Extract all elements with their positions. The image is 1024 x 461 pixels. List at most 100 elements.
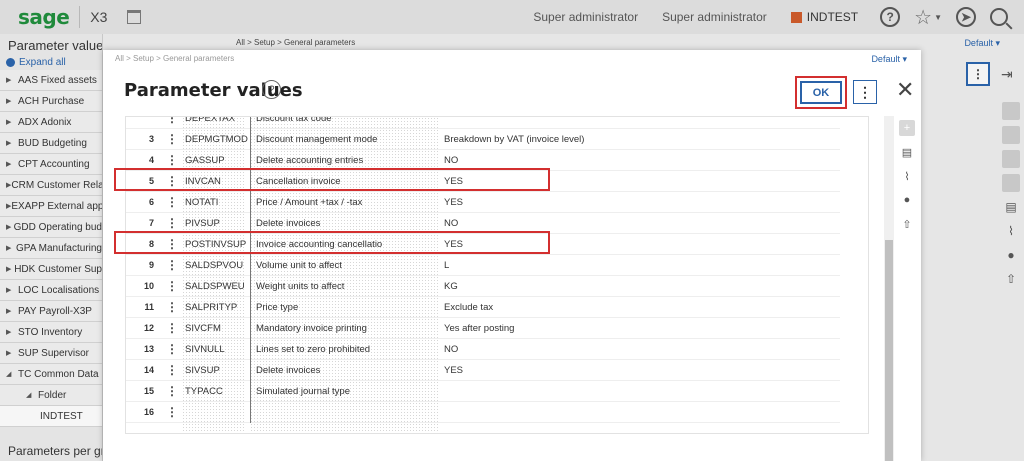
help-icon[interactable]: ? bbox=[880, 7, 901, 27]
chevron-right-icon[interactable]: ▶ bbox=[6, 328, 18, 336]
breadcrumb-item[interactable]: Setup bbox=[133, 54, 154, 63]
row-menu-icon[interactable]: ⋮ bbox=[166, 279, 178, 293]
table-row[interactable]: 9 ⋮ SALDSPVOU Volume unit to affect L bbox=[126, 255, 840, 276]
parameter-value[interactable]: KG bbox=[444, 281, 458, 292]
tree-item[interactable]: ▶ GPA Manufacturing bbox=[0, 238, 102, 259]
table-row[interactable]: 15 ⋮ TYPACC Simulated journal type bbox=[126, 381, 840, 402]
parameter-code[interactable]: TYPACC bbox=[185, 386, 223, 397]
chevron-down-icon[interactable]: ◢ bbox=[6, 370, 18, 378]
chevron-right-icon[interactable]: ▶ bbox=[6, 139, 18, 147]
parameter-code[interactable]: DEPEXTAX bbox=[185, 117, 235, 124]
comment-icon[interactable]: ● bbox=[899, 192, 915, 208]
chevron-right-icon[interactable]: ▶ bbox=[6, 76, 18, 84]
chevron-right-icon[interactable]: ▶ bbox=[6, 97, 18, 105]
chevron-right-icon[interactable]: ▶ bbox=[6, 349, 18, 357]
tree-item[interactable]: ▶ LOC Localisations bbox=[0, 280, 102, 301]
chevron-right-icon[interactable]: ▶ bbox=[6, 223, 14, 231]
sage-logo[interactable]: sage bbox=[18, 5, 70, 29]
row-menu-icon[interactable]: ⋮ bbox=[166, 342, 178, 356]
parameter-code[interactable]: SIVNULL bbox=[185, 344, 225, 355]
close-icon[interactable] bbox=[1002, 174, 1020, 192]
print-icon[interactable]: ▤ bbox=[1002, 198, 1020, 216]
breadcrumb-item[interactable]: General parameters bbox=[284, 38, 355, 47]
breadcrumb-item[interactable]: Setup bbox=[254, 38, 275, 47]
row-menu-icon[interactable]: ⋮ bbox=[166, 195, 178, 209]
tree-item[interactable]: ▶ EXAPP External app bbox=[0, 196, 102, 217]
row-menu-icon[interactable]: ⋮ bbox=[166, 117, 178, 125]
row-menu-icon[interactable]: ⋮ bbox=[166, 405, 178, 419]
user-role[interactable]: Super administrator bbox=[533, 10, 638, 24]
expand-all-link[interactable]: Expand all bbox=[0, 54, 102, 70]
breadcrumb-item[interactable]: All bbox=[115, 54, 124, 63]
row-menu-icon[interactable]: ⋮ bbox=[166, 363, 178, 377]
folder-name[interactable]: INDTEST bbox=[807, 10, 858, 24]
table-row[interactable]: ⋮ DEPEXTAX Discount tax code bbox=[126, 117, 840, 129]
chevron-right-icon[interactable]: ▶ bbox=[6, 265, 14, 273]
chevron-right-icon[interactable]: ▶ bbox=[6, 286, 18, 294]
parameter-value[interactable]: L bbox=[444, 260, 449, 271]
more-actions-button[interactable]: ⋮ bbox=[966, 62, 990, 86]
tree-item[interactable]: ▶ PAY Payroll-X3P bbox=[0, 301, 102, 322]
parameter-value[interactable]: Exclude tax bbox=[444, 302, 493, 313]
delete-icon[interactable] bbox=[1002, 150, 1020, 168]
comment-icon[interactable]: ● bbox=[1002, 246, 1020, 264]
tree-item-indtest[interactable]: INDTEST bbox=[0, 406, 102, 427]
user-name[interactable]: Super administrator bbox=[662, 10, 767, 24]
tree-item[interactable]: ▶ STO Inventory bbox=[0, 322, 102, 343]
breadcrumb-item[interactable]: All bbox=[236, 38, 245, 47]
parameter-code[interactable]: SALDSPVOU bbox=[185, 260, 243, 271]
add-icon[interactable] bbox=[1002, 102, 1020, 120]
compass-icon[interactable]: ➤ bbox=[956, 7, 976, 27]
attachment-icon[interactable]: ⌇ bbox=[1002, 222, 1020, 240]
tree-item[interactable]: ▶ ADX Adonix bbox=[0, 112, 102, 133]
parameter-code[interactable]: NOTATI bbox=[185, 197, 218, 208]
add-icon[interactable]: + bbox=[899, 120, 915, 136]
table-row[interactable]: 11 ⋮ SALPRITYP Price type Exclude tax bbox=[126, 297, 840, 318]
row-menu-icon[interactable]: ⋮ bbox=[166, 300, 178, 314]
calendar-icon[interactable] bbox=[127, 10, 142, 24]
parameter-value[interactable]: NO bbox=[444, 155, 458, 166]
dialog-default-select[interactable]: Default ▾ bbox=[871, 54, 907, 65]
tree-item[interactable]: ◢ TC Common Data bbox=[0, 364, 102, 385]
row-menu-icon[interactable]: ⋮ bbox=[166, 258, 178, 272]
star-icon[interactable]: ☆ bbox=[914, 5, 932, 30]
table-row[interactable]: 13 ⋮ SIVNULL Lines set to zero prohibited NO bbox=[126, 339, 840, 360]
parameter-value[interactable]: NO bbox=[444, 218, 458, 229]
parameter-code[interactable]: SIVCFM bbox=[185, 323, 221, 334]
parameter-value[interactable]: YES bbox=[444, 365, 463, 376]
breadcrumb-item[interactable]: General parameters bbox=[163, 54, 234, 63]
parameter-code[interactable]: DEPMGTMOD bbox=[185, 134, 248, 145]
tree-item[interactable]: ▶ AAS Fixed assets bbox=[0, 70, 102, 91]
table-row[interactable]: 3 ⋮ DEPMGTMOD Discount management mode Break… bbox=[126, 129, 840, 150]
print-icon[interactable]: ▤ bbox=[899, 144, 915, 160]
row-menu-icon[interactable]: ⋮ bbox=[166, 321, 178, 335]
chevron-right-icon[interactable]: ▶ bbox=[6, 118, 18, 126]
exit-icon[interactable]: ⇥ bbox=[1001, 66, 1013, 83]
table-row[interactable]: 12 ⋮ SIVCFM Mandatory invoice printing Yes a… bbox=[126, 318, 840, 339]
parameter-code[interactable]: SIVSUP bbox=[185, 365, 220, 376]
parameter-code[interactable]: SALDSPWEU bbox=[185, 281, 245, 292]
table-row[interactable]: 10 ⋮ SALDSPWEU Weight units to affect KG bbox=[126, 276, 840, 297]
save-icon[interactable] bbox=[1002, 126, 1020, 144]
chevron-right-icon[interactable]: ▶ bbox=[6, 160, 18, 168]
row-menu-icon[interactable]: ⋮ bbox=[166, 216, 178, 230]
table-row[interactable]: 14 ⋮ SIVSUP Delete invoices YES bbox=[126, 360, 840, 381]
default-view-select[interactable]: Default ▾ bbox=[964, 38, 1000, 49]
tree-item[interactable]: ▶ HDK Customer Sup bbox=[0, 259, 102, 280]
chevron-right-icon[interactable]: ▶ bbox=[6, 244, 16, 252]
row-menu-icon[interactable]: ⋮ bbox=[166, 153, 178, 167]
tree-item[interactable]: ▶ SUP Supervisor bbox=[0, 343, 102, 364]
tree-item[interactable]: ▶ CRM Customer Rela bbox=[0, 175, 102, 196]
chevron-down-icon[interactable]: ▼ bbox=[934, 13, 942, 22]
row-menu-icon[interactable]: ⋮ bbox=[166, 384, 178, 398]
parameter-value[interactable]: NO bbox=[444, 344, 458, 355]
parameter-code[interactable]: PIVSUP bbox=[185, 218, 220, 229]
table-row[interactable]: 6 ⋮ NOTATI Price / Amount +tax / -tax YES bbox=[126, 192, 840, 213]
vertical-scrollbar[interactable] bbox=[884, 116, 894, 461]
parameter-value[interactable]: Breakdown by VAT (invoice level) bbox=[444, 134, 584, 145]
close-icon[interactable]: ✕ bbox=[896, 78, 914, 103]
search-icon[interactable] bbox=[990, 8, 1008, 26]
parameter-code[interactable]: SALPRITYP bbox=[185, 302, 237, 313]
chevron-down-icon[interactable]: ◢ bbox=[26, 391, 38, 399]
tree-item[interactable]: ▶ ACH Purchase bbox=[0, 91, 102, 112]
